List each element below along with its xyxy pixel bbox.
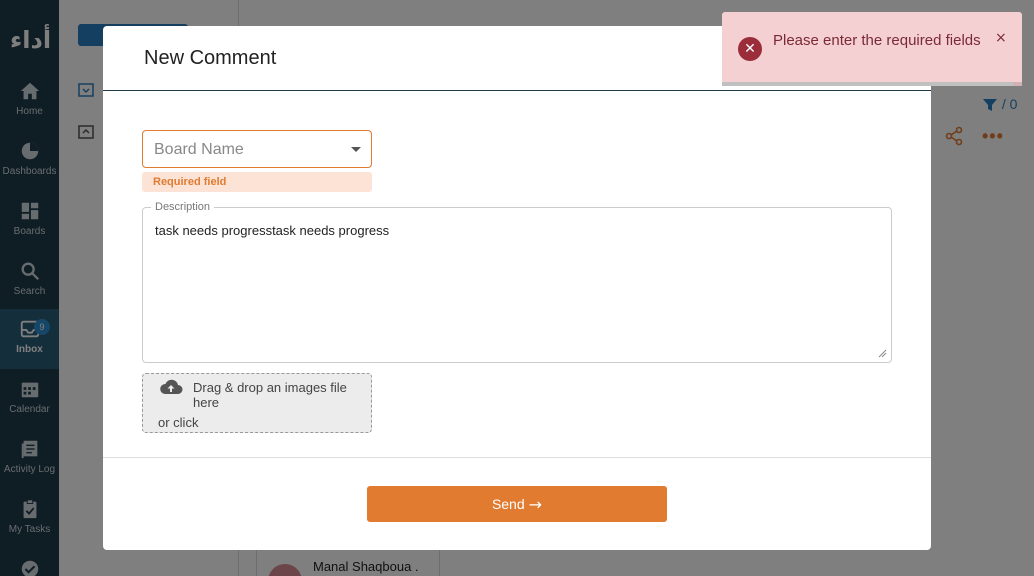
board-name-select[interactable]: Board Name bbox=[142, 130, 372, 168]
footer-divider bbox=[103, 457, 931, 458]
board-name-placeholder: Board Name bbox=[154, 141, 244, 158]
send-button[interactable]: Send → bbox=[367, 486, 667, 522]
dialog-title: New Comment bbox=[144, 47, 277, 69]
toast-progress-bar bbox=[722, 82, 1022, 86]
header-divider bbox=[103, 90, 931, 91]
toast-message: Please enter the required fields bbox=[773, 32, 981, 49]
chevron-down-icon bbox=[351, 147, 361, 152]
image-dropzone[interactable]: Drag & drop an images file here or click bbox=[142, 373, 372, 433]
arrow-right-icon: → bbox=[528, 495, 543, 515]
description-label: Description bbox=[151, 201, 215, 213]
dropzone-click-text: or click bbox=[158, 415, 199, 430]
error-toast: ✕ Please enter the required fields × bbox=[722, 12, 1022, 86]
toast-progress-fill bbox=[722, 82, 1013, 86]
dropzone-instructions: Drag & drop an images file here bbox=[193, 380, 347, 410]
required-field-error: Required field bbox=[142, 172, 372, 192]
description-field[interactable]: Description task needs progresstask need… bbox=[142, 201, 892, 363]
new-comment-dialog: New Comment Board Name Required field De… bbox=[103, 26, 931, 550]
description-value: task needs progresstask needs progress bbox=[155, 223, 390, 238]
send-label: Send bbox=[491, 496, 525, 512]
close-icon[interactable]: × bbox=[995, 30, 1007, 46]
error-icon: ✕ bbox=[738, 37, 762, 61]
cloud-upload-icon bbox=[160, 379, 183, 394]
resize-handle-icon[interactable] bbox=[878, 349, 887, 358]
